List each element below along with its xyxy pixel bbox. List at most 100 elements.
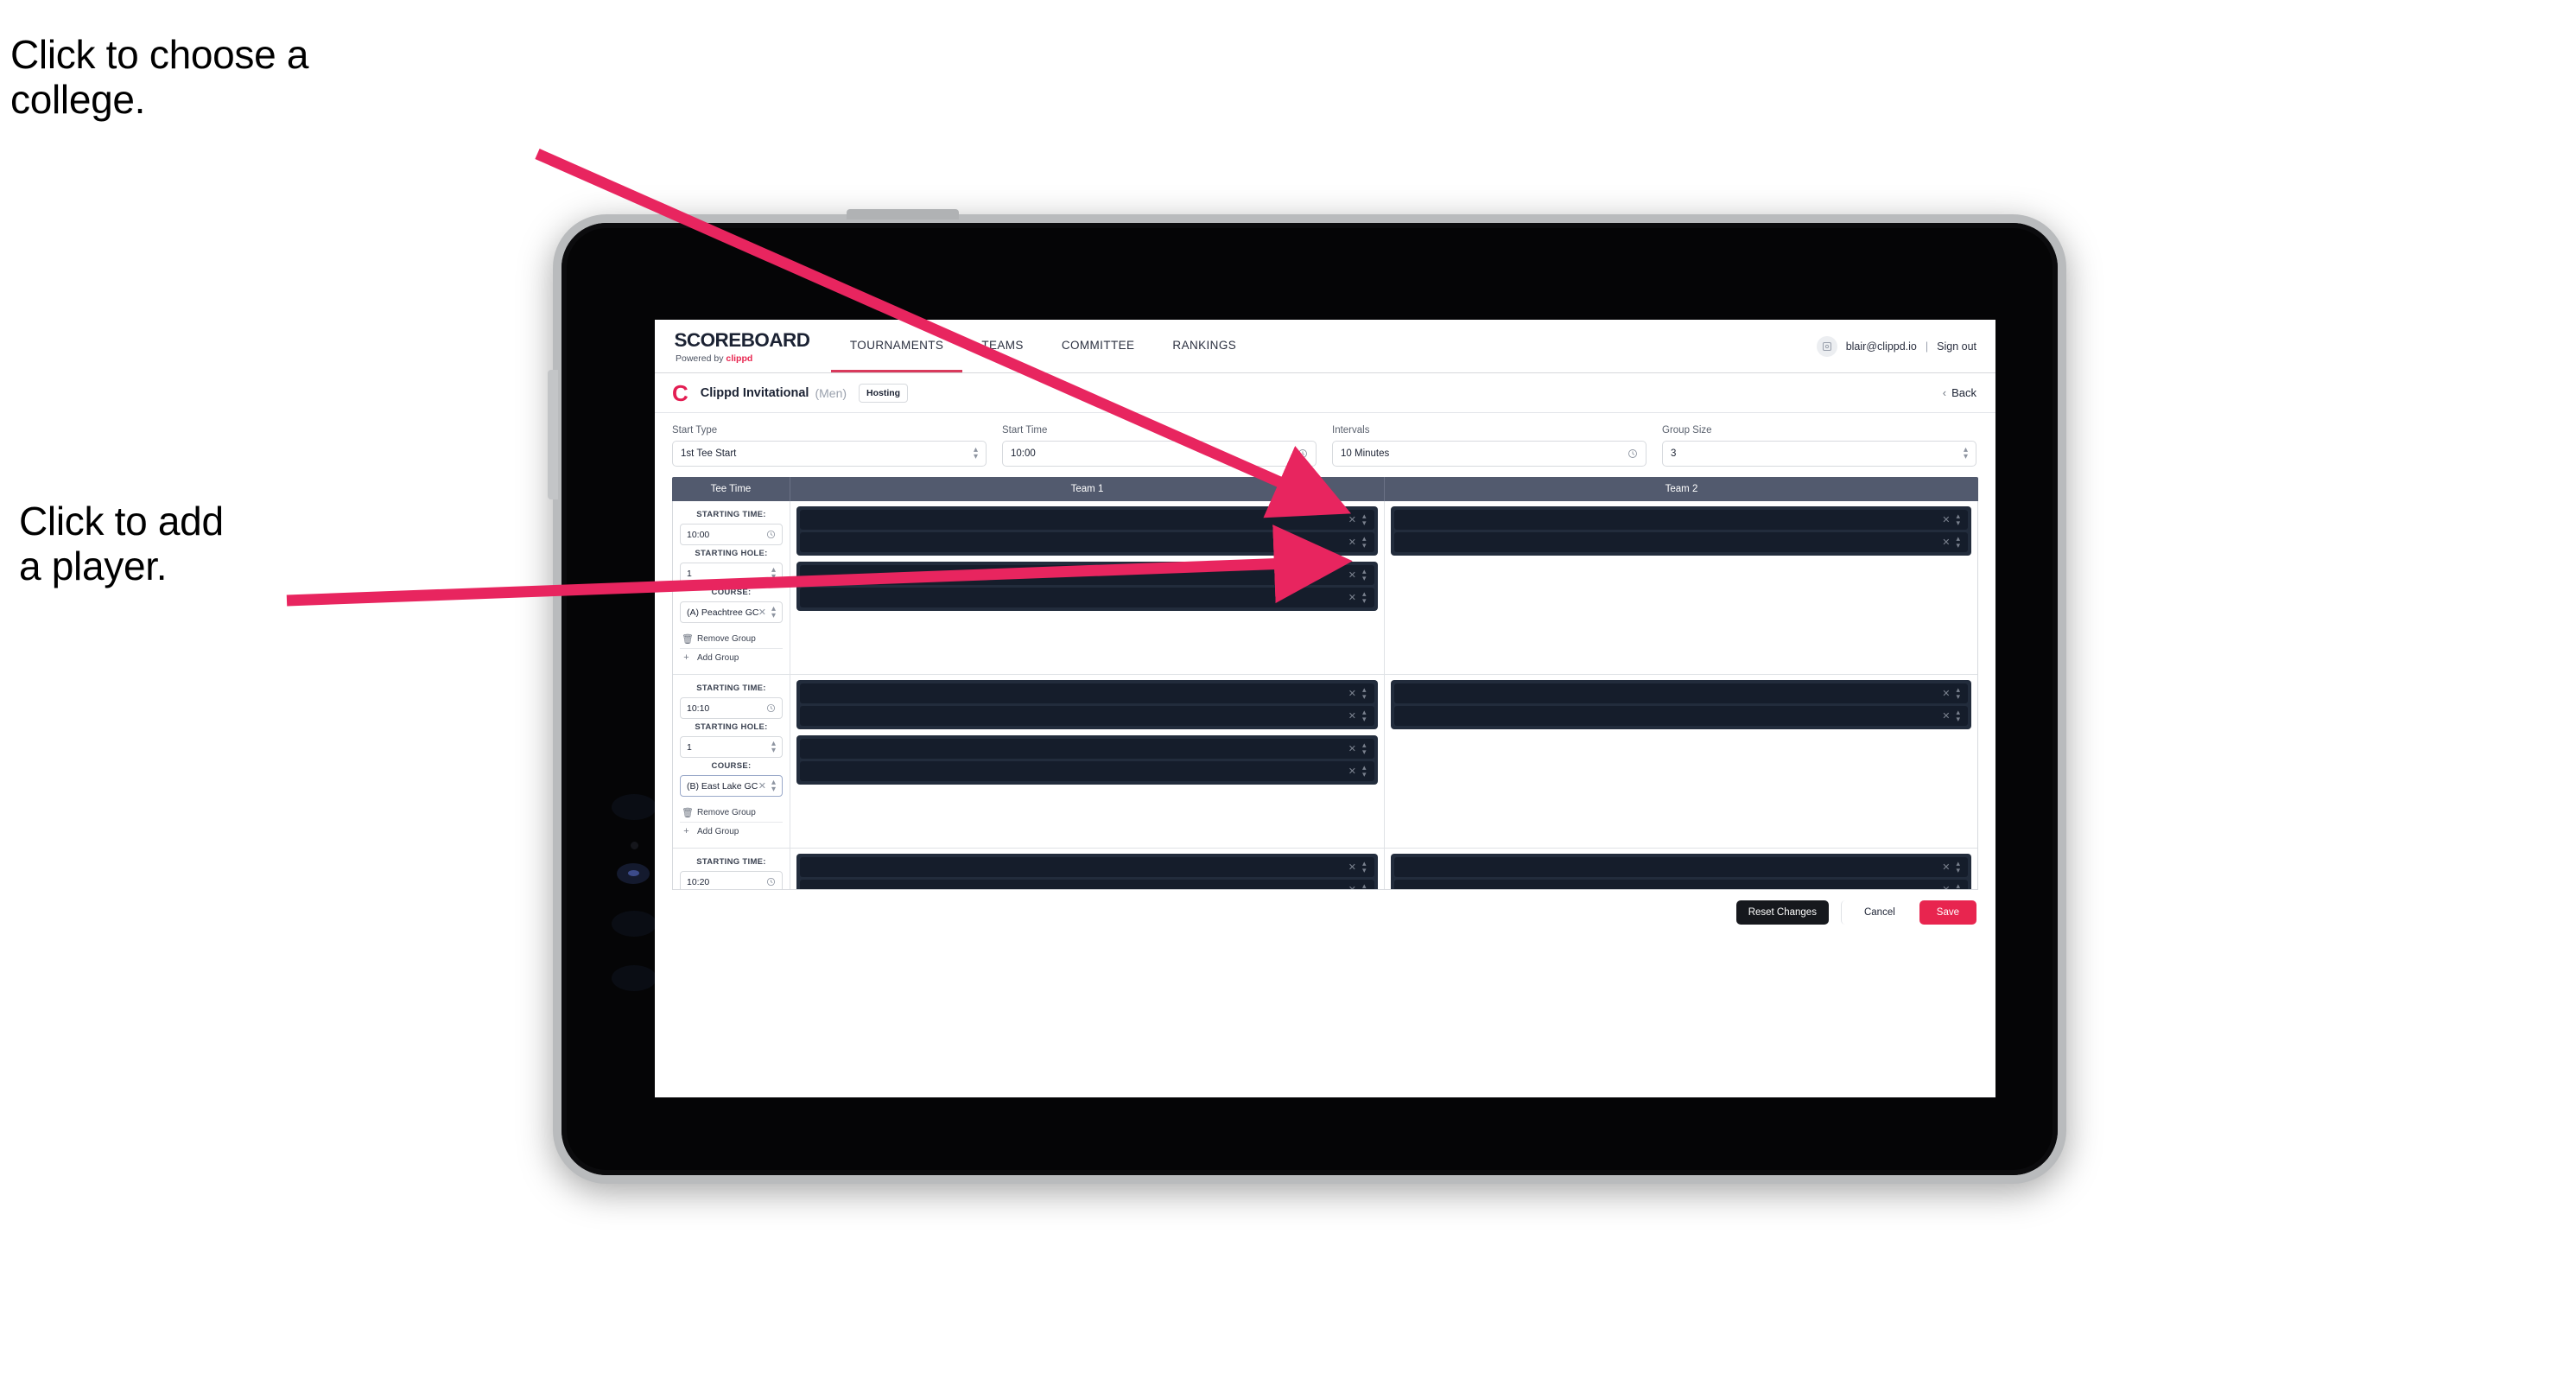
clear-icon[interactable]: ✕ bbox=[1348, 743, 1356, 754]
clear-icon[interactable]: ✕ bbox=[758, 780, 766, 792]
stepper-icon[interactable]: ▴▾ bbox=[974, 446, 978, 461]
nav-tab-rankings[interactable]: RANKINGS bbox=[1153, 320, 1255, 372]
course-select[interactable]: (A) Peachtree GC ✕ ▴ ▾ bbox=[680, 601, 783, 623]
clock-icon[interactable] bbox=[1627, 448, 1638, 459]
field-start-time: Start Time 10:00 bbox=[1002, 425, 1317, 467]
starting-time-input[interactable]: 10:20 bbox=[680, 871, 783, 889]
clear-icon[interactable]: ✕ bbox=[1348, 710, 1356, 722]
stepper-icon[interactable]: ▴▾ bbox=[1362, 764, 1367, 778]
player-slot[interactable]: ✕ ▴▾ bbox=[800, 880, 1374, 889]
stepper-icon[interactable]: ▴▾ bbox=[1362, 860, 1367, 874]
player-slot[interactable]: ✕ ▴▾ bbox=[1393, 857, 1968, 877]
clear-icon[interactable]: ✕ bbox=[1348, 861, 1356, 873]
back-link[interactable]: ‹ Back bbox=[1943, 386, 1976, 399]
nav-tab-teams[interactable]: TEAMS bbox=[962, 320, 1043, 372]
player-slot[interactable]: ✕ ▴▾ bbox=[800, 510, 1374, 530]
player-slot[interactable]: ✕ ▴▾ bbox=[800, 532, 1374, 552]
clock-icon[interactable] bbox=[766, 877, 776, 887]
stepper-icon[interactable]: ▴▾ bbox=[771, 565, 776, 581]
stepper-icon[interactable]: ▴▾ bbox=[1362, 535, 1367, 549]
stepper-icon[interactable]: ▴▾ bbox=[1362, 741, 1367, 755]
course-select[interactable]: (B) East Lake GC ✕ ▴ ▾ bbox=[680, 775, 783, 797]
player-slot[interactable]: ✕ ▴▾ bbox=[800, 857, 1374, 877]
clear-icon[interactable]: ✕ bbox=[758, 607, 766, 618]
clear-icon[interactable]: ✕ bbox=[1348, 688, 1356, 699]
brand-logo[interactable]: SCOREBOARD Powered by clippd bbox=[655, 320, 831, 372]
stepper-icon[interactable]: ▴▾ bbox=[1362, 590, 1367, 604]
stepper-icon[interactable]: ▴▾ bbox=[771, 739, 776, 754]
clear-icon[interactable]: ✕ bbox=[1942, 861, 1950, 873]
nav-tab-committee[interactable]: COMMITTEE bbox=[1043, 320, 1154, 372]
remove-group-button[interactable]: 🗑 Remove Group bbox=[680, 804, 783, 823]
player-group-card-team-2[interactable]: ✕ ▴▾ ✕ ▴▾ bbox=[1390, 680, 1971, 729]
cancel-button[interactable]: Cancel bbox=[1840, 900, 1907, 925]
start-time-input[interactable]: 10:00 bbox=[1002, 441, 1317, 467]
clear-icon[interactable]: ✕ bbox=[1942, 537, 1950, 548]
starting-time-input[interactable]: 10:10 bbox=[680, 697, 783, 719]
clear-icon[interactable]: ✕ bbox=[1348, 537, 1356, 548]
player-slot[interactable]: ✕ ▴▾ bbox=[1393, 683, 1968, 703]
clock-icon[interactable] bbox=[766, 530, 776, 539]
column-header-tee-time: Tee Time bbox=[710, 484, 752, 494]
sign-out-link[interactable]: Sign out bbox=[1937, 340, 1976, 353]
starting-hole-input[interactable]: 1 ▴ ▾ bbox=[680, 736, 783, 758]
add-group-button[interactable]: + Add Group bbox=[680, 823, 783, 840]
stepper-icon[interactable]: ▴▾ bbox=[1362, 709, 1367, 722]
stepper-icon[interactable]: ▴▾ bbox=[1956, 860, 1960, 874]
user-avatar-icon[interactable] bbox=[1816, 335, 1837, 357]
player-slot[interactable]: ✕ ▴▾ bbox=[800, 739, 1374, 759]
clear-icon[interactable]: ✕ bbox=[1942, 884, 1950, 889]
stepper-icon[interactable]: ▴▾ bbox=[1956, 709, 1960, 722]
stepper-icon[interactable]: ▴▾ bbox=[1362, 882, 1367, 889]
player-group-card-team-1[interactable]: ✕ ▴▾ ✕ ▴▾ bbox=[796, 562, 1378, 611]
player-slot[interactable]: ✕ ▴▾ bbox=[1393, 706, 1968, 726]
intervals-input[interactable]: 10 Minutes bbox=[1332, 441, 1646, 467]
clear-icon[interactable]: ✕ bbox=[1348, 884, 1356, 889]
stepper-icon[interactable]: ▴▾ bbox=[1362, 512, 1367, 526]
stepper-icon[interactable]: ▴▾ bbox=[771, 604, 776, 620]
player-group-card-team-2[interactable]: ✕ ▴▾ ✕ ▴▾ bbox=[1390, 506, 1971, 556]
start-type-select[interactable]: 1st Tee Start ▴ ▾ bbox=[672, 441, 987, 467]
clear-icon[interactable]: ✕ bbox=[1942, 710, 1950, 722]
starting-time-input[interactable]: 10:00 bbox=[680, 524, 783, 545]
player-slot[interactable]: ✕ ▴▾ bbox=[800, 706, 1374, 726]
remove-group-button[interactable]: 🗑 Remove Group bbox=[680, 630, 783, 649]
clear-icon[interactable]: ✕ bbox=[1348, 514, 1356, 525]
stepper-icon[interactable]: ▴▾ bbox=[771, 778, 776, 793]
clock-icon[interactable] bbox=[766, 703, 776, 713]
player-group-card-team-1[interactable]: ✕ ▴▾ ✕ ▴▾ bbox=[796, 854, 1378, 889]
player-group-card-team-2[interactable]: ✕ ▴▾ ✕ ▴▾ bbox=[1390, 854, 1971, 889]
player-slot[interactable]: ✕ ▴▾ bbox=[1393, 880, 1968, 889]
player-slot[interactable]: ✕ ▴▾ bbox=[1393, 532, 1968, 552]
stepper-icon[interactable]: ▴▾ bbox=[1956, 512, 1960, 526]
player-group-card-team-1[interactable]: ✕ ▴▾ ✕ ▴▾ bbox=[796, 506, 1378, 556]
stepper-icon[interactable]: ▴▾ bbox=[1956, 535, 1960, 549]
player-group-card-team-1[interactable]: ✕ ▴▾ ✕ ▴▾ bbox=[796, 680, 1378, 729]
player-group-card-team-1[interactable]: ✕ ▴▾ ✕ ▴▾ bbox=[796, 735, 1378, 785]
clear-icon[interactable]: ✕ bbox=[1348, 569, 1356, 581]
stepper-icon[interactable]: ▴▾ bbox=[1956, 882, 1960, 889]
clear-icon[interactable]: ✕ bbox=[1348, 766, 1356, 777]
clear-icon[interactable]: ✕ bbox=[1942, 688, 1950, 699]
starting-hole-input[interactable]: 1 ▴ ▾ bbox=[680, 563, 783, 584]
power-button[interactable] bbox=[847, 209, 959, 219]
clock-icon[interactable] bbox=[1298, 448, 1308, 459]
stepper-icon[interactable]: ▴▾ bbox=[1362, 568, 1367, 582]
nav-tab-tournaments[interactable]: TOURNAMENTS bbox=[830, 320, 963, 372]
group-size-select[interactable]: 3 ▴ ▾ bbox=[1662, 441, 1976, 467]
player-slot[interactable]: ✕ ▴▾ bbox=[1393, 510, 1968, 530]
player-slot[interactable]: ✕ ▴▾ bbox=[800, 761, 1374, 781]
stepper-icon[interactable]: ▴▾ bbox=[1964, 446, 1968, 461]
starting-time-value: 10:20 bbox=[687, 876, 710, 887]
reset-changes-button[interactable]: Reset Changes bbox=[1735, 900, 1829, 925]
clear-icon[interactable]: ✕ bbox=[1348, 592, 1356, 603]
stepper-icon[interactable]: ▴▾ bbox=[1956, 686, 1960, 700]
volume-button[interactable] bbox=[548, 370, 558, 499]
player-slot[interactable]: ✕ ▴▾ bbox=[800, 565, 1374, 585]
clear-icon[interactable]: ✕ bbox=[1942, 514, 1950, 525]
player-slot[interactable]: ✕ ▴▾ bbox=[800, 683, 1374, 703]
player-slot[interactable]: ✕ ▴▾ bbox=[800, 588, 1374, 607]
save-button[interactable]: Save bbox=[1919, 900, 1976, 925]
add-group-button[interactable]: + Add Group bbox=[680, 649, 783, 666]
stepper-icon[interactable]: ▴▾ bbox=[1362, 686, 1367, 700]
